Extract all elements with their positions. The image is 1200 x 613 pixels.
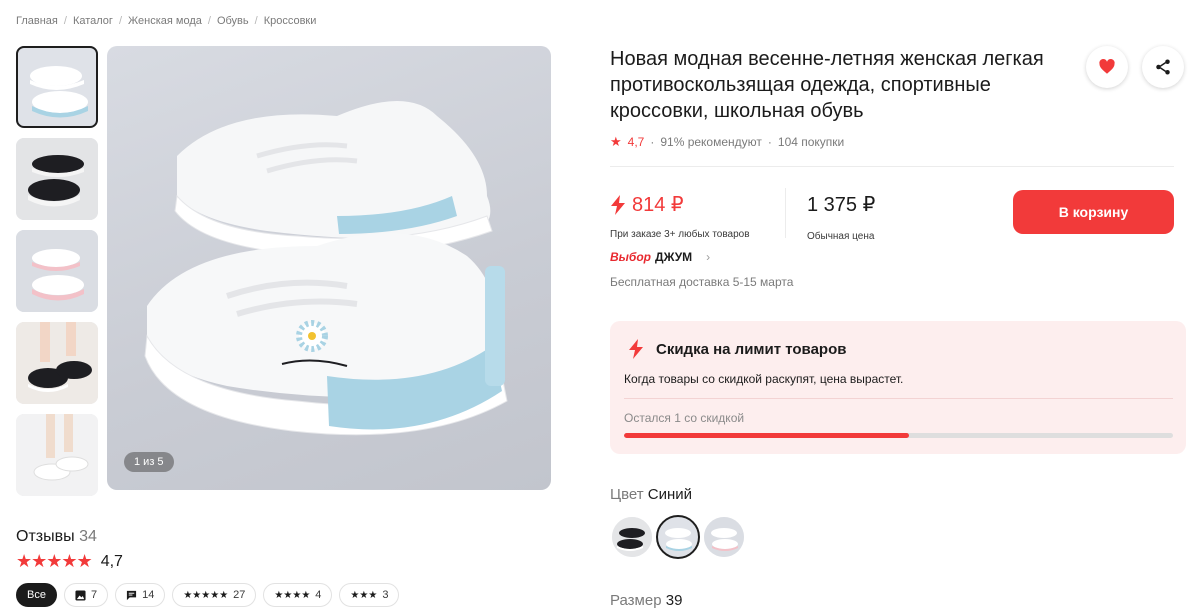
review-filter-5-stars[interactable]: ★★★★★ 27 [172, 583, 257, 607]
discount-price-block: 814 ₽ При заказе 3+ любых товаров [610, 192, 750, 240]
shoe-thumbnail-image [16, 230, 98, 312]
color-value: Синий [647, 486, 693, 503]
gallery-thumb-3[interactable] [16, 230, 98, 312]
gallery-thumb-1[interactable] [16, 46, 98, 128]
comment-icon [127, 590, 137, 600]
recommend-percent: 91% рекомендуют [660, 135, 762, 149]
star-icon: ★ [610, 134, 622, 149]
breadcrumb: Главная / Каталог / Женская мода / Обувь… [16, 15, 316, 27]
chip-label: 4 [315, 589, 322, 601]
product-title: Новая модная весенне-летняя женская легк… [610, 48, 1044, 122]
chip-label: 27 [233, 589, 246, 601]
regular-price-block: 1 375 ₽ Обычная цена [807, 192, 875, 242]
regular-price-note: Обычная цена [807, 231, 875, 242]
vybor-badge[interactable]: Выбор ДЖУМ › [610, 250, 710, 264]
breadcrumb-home[interactable]: Главная [16, 15, 58, 27]
chip-label: 7 [90, 589, 98, 601]
review-filter-3-stars[interactable]: ★★★ 3 [339, 583, 400, 607]
shoe-thumbnail-image [16, 322, 98, 404]
breadcrumb-separator: / [63, 15, 67, 27]
shoe-swatch-image [612, 517, 652, 557]
stars-4-icon: ★★★★ [274, 589, 311, 601]
discount-price-note: При заказе 3+ любых товаров [610, 229, 750, 240]
reviews-rating: ★★★★★ 4,7 [16, 551, 123, 572]
review-filter-all[interactable]: Все [16, 583, 57, 607]
reviews-rating-value: 4,7 [100, 552, 123, 570]
heart-icon [1099, 58, 1115, 74]
size-value: 39 [665, 592, 683, 609]
regular-price: 1 375 ₽ [807, 194, 876, 216]
breadcrumb-shoes[interactable]: Обувь [217, 15, 249, 27]
limit-discount-card: Скидка на лимит товаров Когда товары со … [610, 321, 1186, 454]
product-actions [1086, 46, 1184, 88]
vybor-brand: ДЖУМ [655, 250, 693, 264]
reviews-count: 34 [79, 528, 97, 545]
limit-progress-fill [624, 433, 910, 438]
size-selector-label: Размер 39 [610, 592, 682, 609]
shoe-thumbnail-image [16, 414, 98, 496]
stars-5-icon: ★★★★★ [183, 589, 229, 601]
breadcrumb-separator: / [207, 15, 211, 27]
limit-remaining: Остался 1 со скидкой [624, 411, 745, 425]
review-filter-4-stars[interactable]: ★★★★ 4 [263, 583, 333, 607]
gallery-thumb-5[interactable] [16, 414, 98, 496]
color-swatch-pink[interactable] [704, 517, 744, 557]
chip-label: Все [27, 589, 46, 601]
divider [610, 166, 1174, 167]
limit-description: Когда товары со скидкой раскупят, цена в… [624, 372, 904, 386]
reviews-title: Отзывы [16, 528, 75, 545]
chevron-right-icon: › [706, 250, 711, 264]
divider [624, 398, 1173, 399]
size-label: Размер [610, 592, 662, 609]
reviews-heading: Отзывы 34 [16, 528, 97, 546]
share-button[interactable] [1142, 46, 1184, 88]
review-filter-comments[interactable]: 14 [115, 583, 166, 607]
lightning-icon [611, 194, 625, 215]
review-filter-photos[interactable]: 7 [63, 583, 109, 607]
gallery-main-image[interactable]: 1 из 5 [107, 46, 551, 490]
breadcrumb-catalog[interactable]: Каталог [73, 15, 113, 27]
gallery-thumb-4[interactable] [16, 322, 98, 404]
shoe-thumbnail-image [16, 138, 98, 220]
dot-separator: · [767, 135, 772, 149]
shoe-swatch-image [704, 517, 744, 557]
favorite-button[interactable] [1086, 46, 1128, 88]
review-filters: Все 7 14 ★★★★★ 27 ★★★★ 4 ★★★ 3 [16, 583, 400, 607]
limit-progress-bar [624, 433, 1173, 438]
chip-label: 14 [142, 589, 155, 601]
limit-title: Скидка на лимит товаров [656, 341, 847, 358]
shoe-swatch-image [658, 517, 698, 557]
shoe-thumbnail-image [16, 46, 98, 128]
vybor-label: Выбор [610, 250, 652, 264]
product-rating-summary: ★ 4,7 · 91% рекомендуют · 104 покупки [610, 134, 844, 150]
share-icon [1156, 59, 1170, 75]
purchases-count: 104 покупки [777, 135, 845, 149]
breadcrumb-women-fashion[interactable]: Женская мода [128, 15, 202, 27]
color-label: Цвет [610, 486, 644, 503]
stars-3-icon: ★★★ [350, 589, 378, 601]
rating-stars: ★★★★★ [16, 551, 93, 571]
color-swatch-black[interactable] [612, 517, 652, 557]
breadcrumb-sneakers[interactable]: Кроссовки [264, 15, 317, 27]
color-swatch-blue[interactable] [656, 515, 700, 559]
delivery-info: Бесплатная доставка 5-15 марта [610, 275, 794, 289]
shoe-main-image [144, 101, 508, 436]
product-rating[interactable]: 4,7 [628, 135, 645, 149]
image-icon [75, 589, 86, 601]
dot-separator: · [650, 135, 655, 149]
chip-label: 3 [382, 589, 389, 601]
breadcrumb-separator: / [254, 15, 258, 27]
gallery-thumbnails [16, 46, 98, 496]
add-to-cart-button[interactable]: В корзину [1013, 190, 1174, 234]
breadcrumb-separator: / [118, 15, 122, 27]
color-selector-label: Цвет Синий [610, 486, 692, 503]
gallery-thumb-2[interactable] [16, 138, 98, 220]
price-divider [785, 188, 786, 238]
gallery-counter: 1 из 5 [124, 452, 174, 472]
color-swatches [612, 515, 744, 559]
discount-price: 814 ₽ [632, 194, 684, 216]
lightning-icon [629, 339, 643, 359]
